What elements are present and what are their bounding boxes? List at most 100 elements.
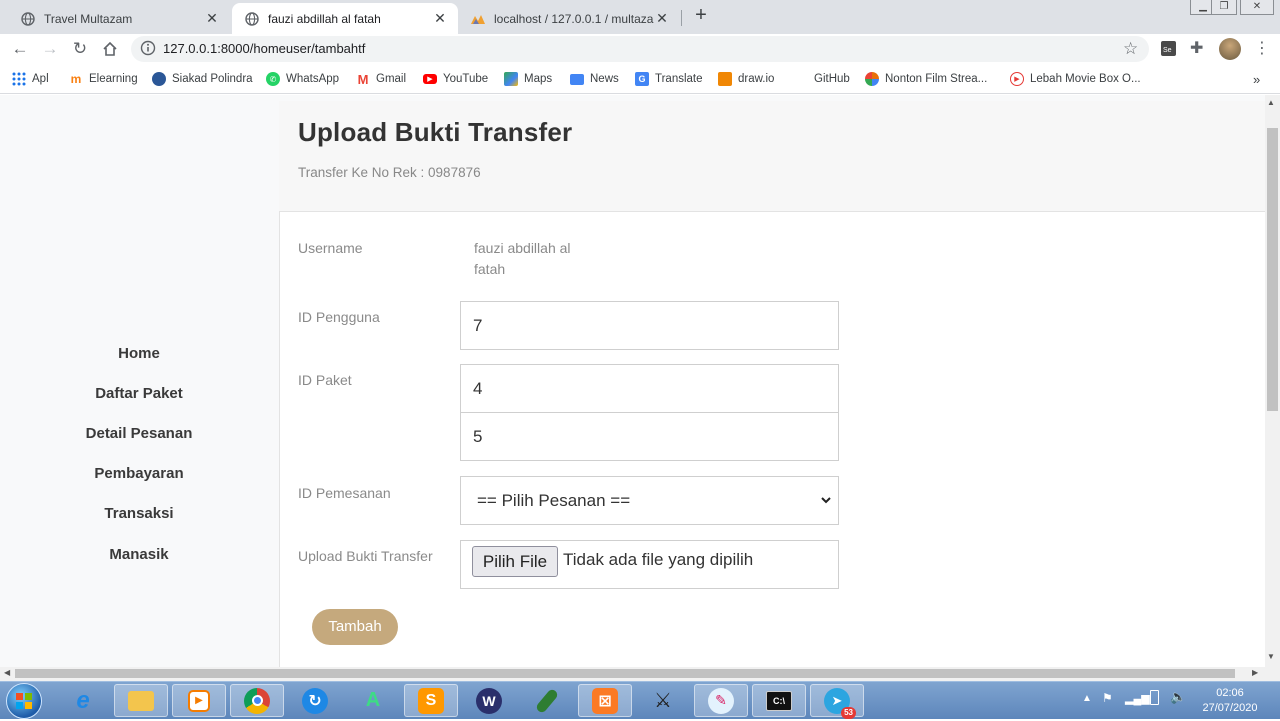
internet-explorer-icon[interactable]: e [56, 684, 110, 717]
reload-icon[interactable]: ↻ [69, 38, 91, 60]
id-paket-field[interactable]: 4 [460, 364, 839, 413]
bookmark-elearning[interactable]: m Elearning [69, 70, 138, 88]
page-content: Home Daftar Paket Detail Pesanan Pembaya… [0, 95, 1265, 667]
chrome-icon[interactable] [230, 684, 284, 717]
close-icon[interactable]: ✕ [204, 10, 220, 27]
bookmark-github[interactable]: GitHub [794, 70, 850, 88]
bookmark-label: YouTube [443, 73, 489, 85]
selenium-ide-icon[interactable]: Se [1160, 40, 1178, 58]
id-pemesanan-select[interactable]: == Pilih Pesanan == [460, 476, 839, 525]
clock-time: 02:06 [1216, 687, 1244, 699]
puzzle-icon[interactable]: ✚ [1190, 40, 1208, 58]
scroll-left-icon[interactable]: ◀ [4, 668, 10, 677]
battery-icon[interactable] [1150, 690, 1159, 705]
network-icon[interactable]: ▂▄▆ [1125, 692, 1150, 705]
info-icon[interactable] [140, 40, 156, 59]
sublime-text-icon[interactable]: S [404, 684, 458, 717]
whatsapp-icon: ✆ [266, 72, 280, 86]
sidebar-item-transaksi[interactable]: Transaksi [0, 505, 278, 522]
android-studio-icon[interactable]: A [346, 684, 400, 717]
volume-icon[interactable]: 🔈 [1170, 689, 1186, 705]
avatar[interactable] [1219, 38, 1241, 60]
home-icon[interactable] [99, 38, 121, 60]
tab-separator [681, 10, 682, 26]
counter-strike-icon[interactable]: ⚔ [636, 684, 690, 717]
id-pengguna-field[interactable]: 7 [460, 301, 839, 350]
bookmark-whatsapp[interactable]: ✆ WhatsApp [266, 70, 339, 88]
bookmark-nonton[interactable]: Nonton Film Strea... [865, 70, 987, 88]
file-status-text: Tidak ada file yang dipilih [563, 550, 754, 569]
sidebar-item-detail-pesanan[interactable]: Detail Pesanan [0, 425, 278, 442]
close-window-button[interactable]: ✕ [1240, 0, 1274, 15]
scroll-up-icon[interactable]: ▲ [1267, 98, 1275, 107]
close-icon[interactable]: ✕ [432, 10, 448, 27]
sidebar-item-pembayaran[interactable]: Pembayaran [0, 465, 278, 482]
scroll-right-icon[interactable]: ▶ [1252, 668, 1258, 677]
notification-badge: 53 [841, 706, 856, 719]
bookmark-label: Maps [524, 73, 553, 85]
tab-fauzi[interactable]: fauzi abdillah al fatah ✕ [232, 3, 458, 34]
film-icon [865, 72, 879, 86]
bookmark-maps[interactable]: Maps [504, 70, 552, 88]
back-icon[interactable]: ← [9, 38, 31, 60]
telegram-icon[interactable]: ➤ 53 [810, 684, 864, 719]
bookmark-label: Elearning [89, 73, 138, 85]
bookmark-siakad[interactable]: Siakad Polindra [152, 70, 253, 88]
tab-phpmyadmin[interactable]: localhost / 127.0.0.1 / multazam ✕ [458, 3, 680, 34]
id-pemesanan-label: ID Pemesanan [298, 485, 391, 501]
media-player-icon[interactable]: ▶ [172, 684, 226, 717]
tab-strip: Travel Multazam ✕ fauzi abdillah al fata… [0, 0, 1280, 34]
sync-icon[interactable]: ↻ [288, 684, 342, 717]
action-center-flag-icon[interactable]: ⚑ [1102, 691, 1113, 705]
sidebar-item-home[interactable]: Home [0, 345, 278, 362]
bookmark-apl[interactable]: Apl [12, 70, 49, 88]
globe-icon [20, 11, 36, 27]
select-value: == Pilih Pesanan == [477, 490, 631, 510]
account-number-text: Transfer Ke No Rek : 0987876 [298, 165, 481, 180]
id-paket-field[interactable]: 5 [460, 412, 839, 461]
submit-button[interactable]: Tambah [312, 609, 398, 645]
system-clock[interactable]: 02:06 27/07/2020 [1190, 686, 1270, 716]
more-bookmarks-icon[interactable]: » [1253, 70, 1260, 88]
gmail-icon: M [357, 71, 369, 87]
menu-kebab-icon[interactable]: ⋮ [1254, 40, 1272, 58]
cmd-icon[interactable]: C:\ [752, 684, 806, 717]
restore-button[interactable]: ❐ [1211, 0, 1237, 15]
bookmark-label: Lebah Movie Box O... [1030, 73, 1141, 85]
bookmark-translate[interactable]: G Translate [635, 70, 703, 88]
choose-file-button[interactable]: Pilih File [472, 546, 558, 577]
bookmark-label: Nonton Film Strea... [885, 73, 988, 85]
clock-date: 27/07/2020 [1202, 702, 1258, 714]
bookmark-lebah[interactable]: ▶ Lebah Movie Box O... [1010, 70, 1141, 88]
vertical-scroll-thumb[interactable] [1267, 128, 1278, 411]
paint-tool-icon[interactable] [520, 684, 574, 717]
paint-icon[interactable]: ✎ [694, 684, 748, 717]
bookmark-drawio[interactable]: draw.io [718, 70, 774, 88]
horizontal-scroll-thumb[interactable] [15, 669, 1235, 678]
bookmark-news[interactable]: News [570, 70, 619, 88]
drawio-icon [718, 72, 732, 86]
forward-icon[interactable]: → [39, 38, 61, 60]
sidebar-item-manasik[interactable]: Manasik [0, 546, 278, 563]
tray-expand-icon[interactable]: ▲ [1082, 693, 1092, 704]
tab-travel-multazam[interactable]: Travel Multazam ✕ [8, 3, 230, 34]
bookmark-youtube[interactable]: ▶ YouTube [423, 70, 488, 88]
bookmark-label: Siakad Polindra [172, 73, 253, 85]
university-icon [152, 72, 166, 86]
globe-icon [244, 11, 260, 27]
scroll-down-icon[interactable]: ▼ [1267, 652, 1275, 661]
file-explorer-icon[interactable] [114, 684, 168, 717]
sidebar-item-daftar-paket[interactable]: Daftar Paket [0, 385, 278, 402]
close-icon[interactable]: ✕ [654, 10, 670, 27]
page-title: Upload Bukti Transfer [298, 117, 573, 147]
start-orb-icon[interactable] [6, 683, 42, 719]
star-icon[interactable]: ☆ [1123, 40, 1141, 58]
bookmark-label: News [590, 73, 619, 85]
translate-icon: G [635, 72, 649, 86]
wamp-icon[interactable]: W [462, 684, 516, 717]
bookmark-gmail[interactable]: M Gmail [356, 70, 406, 88]
username-label: Username [298, 240, 363, 256]
new-tab-button[interactable]: + [690, 5, 712, 27]
news-icon [570, 73, 584, 85]
xampp-icon[interactable]: ⊠ [578, 684, 632, 717]
